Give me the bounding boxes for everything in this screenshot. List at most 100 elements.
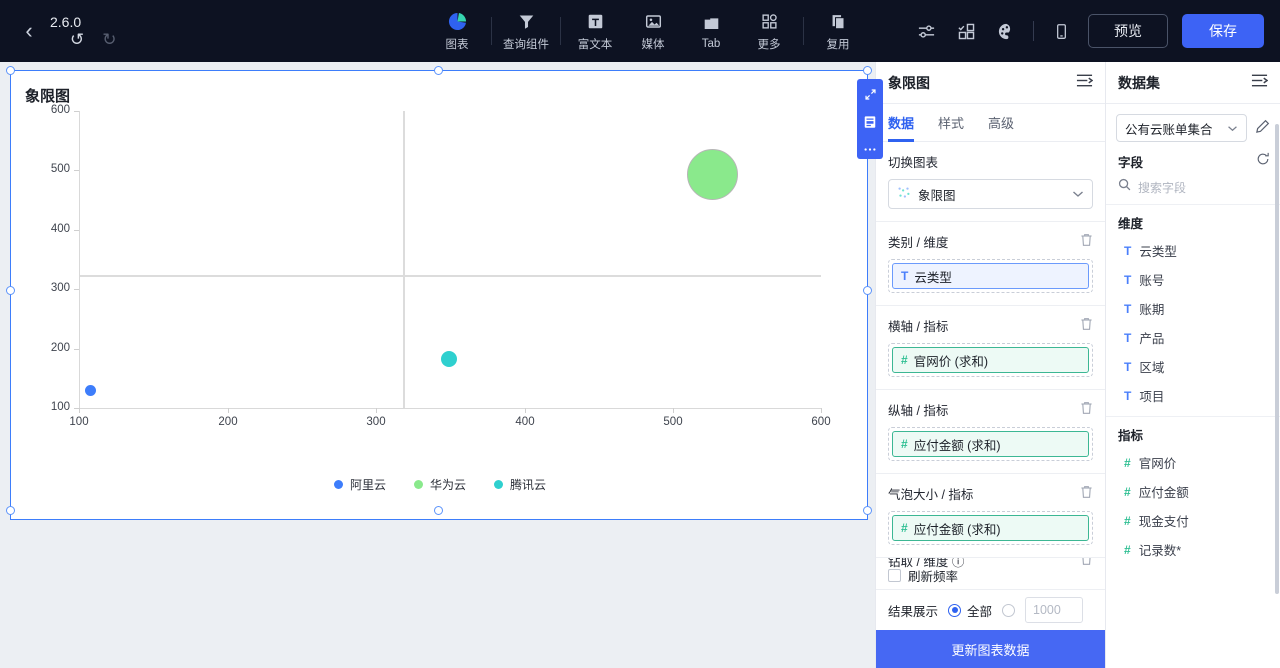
quadrant-chart-card[interactable]: 象限图 600 500 400 300 200 100 100 <box>10 70 868 520</box>
palette-icon[interactable] <box>993 18 1019 44</box>
tab-advanced[interactable]: 高级 <box>988 104 1014 142</box>
y-axis-metric-label-text: 纵轴 / 指标 <box>888 400 948 419</box>
field-label: 账号 <box>1139 270 1164 289</box>
redo-icon[interactable]: ↻ <box>102 32 116 48</box>
x-tick-mark <box>525 408 526 413</box>
delete-icon[interactable] <box>1080 558 1093 569</box>
y-tick-mark <box>74 349 79 350</box>
toolbar-label: 更多 <box>758 36 781 52</box>
field-label: 账期 <box>1139 299 1164 318</box>
result-option-all[interactable]: 全部 <box>948 601 992 620</box>
legend-item-huawei-cloud[interactable]: 华为云 <box>414 476 466 493</box>
layout-grid-icon[interactable] <box>953 18 979 44</box>
result-limit-input[interactable] <box>1025 597 1083 623</box>
toolbar-divider <box>491 17 492 45</box>
delete-icon[interactable] <box>1080 401 1093 418</box>
toolbar-item-query-widget[interactable]: 查询组件 <box>497 3 555 59</box>
field-chip-list-price-sum[interactable]: # 官网价 (求和) <box>892 347 1089 373</box>
field-chip-bubble-payable-amount-sum[interactable]: # 应付金额 (求和) <box>892 515 1089 541</box>
toolbar-item-more[interactable]: 更多 <box>740 3 798 59</box>
delete-icon[interactable] <box>1080 485 1093 502</box>
field-search-row[interactable]: 搜索字段 <box>1106 175 1280 205</box>
category-dimension-section: 类别 / 维度 T 云类型 <box>876 222 1105 306</box>
preview-button[interactable]: 预览 <box>1088 14 1168 48</box>
chart-type-select[interactable]: 象限图 <box>888 179 1093 209</box>
config-scroll-region: 切换图表 象限图 类别 / 维度 <box>876 142 1105 589</box>
metric-field-payable-amount[interactable]: # 应付金额 <box>1106 477 1280 506</box>
dataset-scrollbar[interactable] <box>1275 124 1279 594</box>
undo-icon[interactable]: ↺ <box>70 32 84 48</box>
selection-handle-bottom-right[interactable] <box>863 506 872 515</box>
chart-plot-area: 600 500 400 300 200 100 100 200 300 400 … <box>11 111 869 451</box>
metric-type-icon: # <box>1124 514 1131 528</box>
document-icon[interactable] <box>860 112 880 131</box>
selection-handle-top-right[interactable] <box>863 66 872 75</box>
refresh-frequency-checkbox[interactable] <box>888 569 901 582</box>
dimension-field-project[interactable]: T 项目 <box>1106 381 1280 410</box>
dimension-group-title: 维度 <box>1106 205 1280 236</box>
save-button[interactable]: 保存 <box>1182 14 1264 48</box>
result-all-label: 全部 <box>967 601 992 620</box>
selection-handle-middle-left[interactable] <box>6 286 15 295</box>
toolbar-item-rich-text[interactable]: 富文本 <box>566 3 624 59</box>
x-axis-line <box>79 408 821 409</box>
toolbar-item-media[interactable]: 媒体 <box>624 3 682 59</box>
delete-icon[interactable] <box>1080 317 1093 334</box>
field-label: 记录数* <box>1139 540 1181 559</box>
metric-field-list-price[interactable]: # 官网价 <box>1106 448 1280 477</box>
canvas-area[interactable]: 象限图 600 500 400 300 200 100 100 <box>0 62 875 668</box>
field-chip-cloud-type[interactable]: T 云类型 <box>892 263 1089 289</box>
dataset-panel-header: 数据集 <box>1106 62 1280 104</box>
expand-icon[interactable] <box>860 85 880 104</box>
more-dots-icon[interactable] <box>860 140 880 159</box>
dimension-field-region[interactable]: T 区域 <box>1106 352 1280 381</box>
delete-icon[interactable] <box>1080 233 1093 250</box>
refresh-frequency-row[interactable]: 刷新频率 <box>888 566 958 585</box>
metric-field-cash-payment[interactable]: # 现金支付 <box>1106 506 1280 535</box>
update-chart-data-button[interactable]: 更新图表数据 <box>876 630 1105 668</box>
back-button[interactable]: ‹ <box>14 16 44 46</box>
field-label: 云类型 <box>1139 241 1177 260</box>
dimension-field-cloud-type[interactable]: T 云类型 <box>1106 236 1280 265</box>
dataset-panel-title: 数据集 <box>1118 73 1160 93</box>
dimension-field-billing-period[interactable]: T 账期 <box>1106 294 1280 323</box>
bubble-size-metric-slot[interactable]: # 应付金额 (求和) <box>888 511 1093 545</box>
result-all-radio[interactable] <box>948 604 961 617</box>
list-menu-icon[interactable] <box>1251 73 1268 93</box>
bubble-huawei-cloud[interactable] <box>687 149 738 200</box>
dimension-field-account[interactable]: T 账号 <box>1106 265 1280 294</box>
dataset-select[interactable]: 公有云账单集合 <box>1116 114 1247 142</box>
bubble-size-metric-label: 气泡大小 / 指标 <box>888 484 1093 503</box>
bubble-alibaba-cloud[interactable] <box>85 385 96 396</box>
mobile-icon[interactable] <box>1048 18 1074 44</box>
chart-legend: 阿里云 华为云 腾讯云 <box>11 476 869 493</box>
toolbar-item-tab[interactable]: Tab <box>682 3 740 59</box>
refresh-icon[interactable] <box>1256 152 1270 171</box>
x-tick-mark <box>821 408 822 413</box>
list-menu-icon[interactable] <box>1076 73 1093 93</box>
chevron-down-icon <box>1072 187 1084 201</box>
selection-handle-top-center[interactable] <box>434 66 443 75</box>
selection-handle-top-left[interactable] <box>6 66 15 75</box>
legend-item-tencent-cloud[interactable]: 腾讯云 <box>494 476 546 493</box>
header-toolbar: 图表 查询组件 富文本 媒体 Tab <box>428 0 867 62</box>
sliders-icon[interactable] <box>913 18 939 44</box>
y-axis-metric-slot[interactable]: # 应付金额 (求和) <box>888 427 1093 461</box>
tab-style[interactable]: 样式 <box>938 104 964 142</box>
selection-handle-bottom-left[interactable] <box>6 506 15 515</box>
selection-handle-middle-right[interactable] <box>863 286 872 295</box>
x-axis-metric-slot[interactable]: # 官网价 (求和) <box>888 343 1093 377</box>
legend-item-alibaba-cloud[interactable]: 阿里云 <box>334 476 386 493</box>
field-chip-payable-amount-sum[interactable]: # 应付金额 (求和) <box>892 431 1089 457</box>
bubble-tencent-cloud[interactable] <box>441 351 457 367</box>
toolbar-item-chart[interactable]: 图表 <box>428 3 486 59</box>
metric-field-record-count[interactable]: # 记录数* <box>1106 535 1280 564</box>
dimension-field-product[interactable]: T 产品 <box>1106 323 1280 352</box>
pencil-icon[interactable] <box>1255 119 1270 137</box>
category-dimension-slot[interactable]: T 云类型 <box>888 259 1093 293</box>
chart-config-panel: 象限图 数据 样式 高级 切换图表 象限图 <box>875 62 1105 668</box>
selection-handle-bottom-center[interactable] <box>434 506 443 515</box>
tab-data[interactable]: 数据 <box>888 104 914 142</box>
toolbar-item-reuse[interactable]: 复用 <box>809 3 867 59</box>
result-limit-radio[interactable] <box>1002 604 1015 617</box>
